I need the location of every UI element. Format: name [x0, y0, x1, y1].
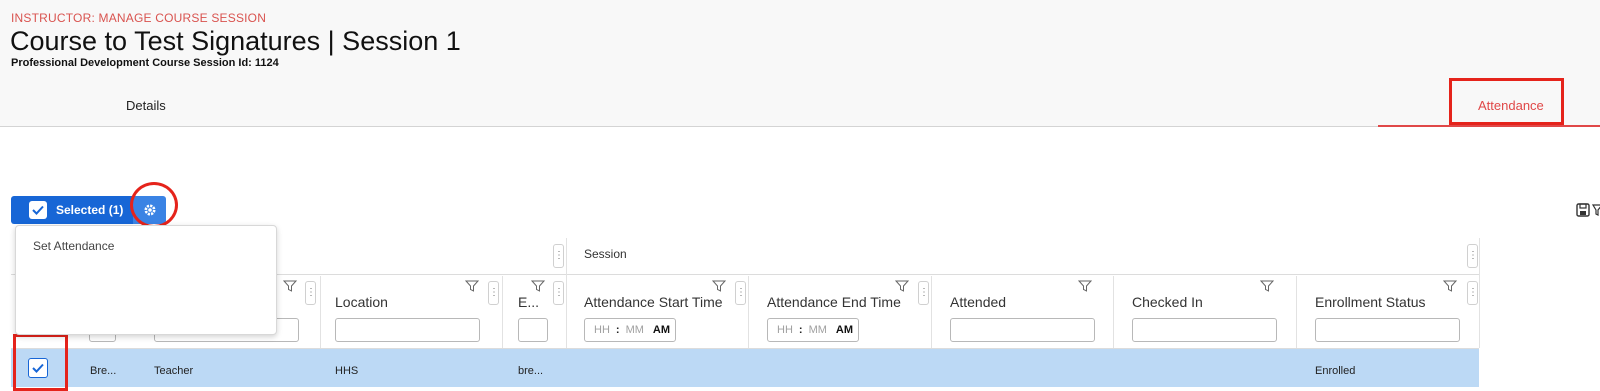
column-header-attendance-end[interactable]: Attendance End Time [767, 294, 901, 310]
funnel-icon[interactable] [1443, 280, 1457, 292]
time-filter-end[interactable]: HH : MM AM [767, 318, 859, 342]
page-eyebrow: INSTRUCTOR: MANAGE COURSE SESSION [11, 11, 267, 25]
kebab-icon[interactable]: ⋮ [553, 281, 564, 305]
time-hh: HH [777, 324, 793, 336]
annotation-highlight-row-checkbox [13, 334, 68, 391]
funnel-icon[interactable] [465, 280, 479, 292]
column-header-attended[interactable]: Attended [950, 294, 1006, 310]
column-header-checked-in[interactable]: Checked In [1132, 294, 1203, 310]
column-header-enrollment-status[interactable]: Enrollment Status [1315, 294, 1426, 310]
page-header: INSTRUCTOR: MANAGE COURSE SESSION Course… [0, 0, 1600, 127]
filter-input-checked-in[interactable] [1132, 318, 1277, 342]
time-separator: : [798, 324, 803, 336]
time-ampm[interactable]: AM [836, 324, 853, 336]
kebab-icon[interactable]: ⋮ [1467, 244, 1478, 268]
cell-enrollment-status: Enrolled [1315, 365, 1356, 377]
funnel-icon[interactable] [1078, 280, 1092, 292]
column-separator [320, 276, 321, 348]
funnel-icon[interactable] [1592, 203, 1600, 217]
check-icon [29, 201, 47, 219]
column-separator [1479, 238, 1480, 348]
column-header-attendance-start[interactable]: Attendance Start Time [584, 294, 723, 310]
menu-item-set-attendance[interactable]: Set Attendance [33, 239, 114, 253]
time-separator: : [615, 324, 620, 336]
cell-email: bre... [518, 365, 544, 377]
filter-input-email[interactable] [518, 318, 548, 342]
actions-dropdown: Set Attendance [15, 225, 277, 335]
page-title: Course to Test Signatures | Session 1 [10, 26, 461, 56]
column-separator [502, 276, 503, 348]
column-separator [931, 276, 932, 348]
funnel-icon[interactable] [283, 280, 297, 292]
tab-details[interactable]: Details [126, 98, 166, 113]
funnel-icon[interactable] [895, 280, 909, 292]
cell-location: HHS [335, 365, 359, 377]
column-separator [1113, 276, 1114, 348]
kebab-icon[interactable]: ⋮ [1467, 281, 1478, 305]
kebab-icon[interactable]: ⋮ [553, 244, 564, 268]
tab-divider [0, 126, 1600, 127]
save-icon[interactable] [1576, 203, 1590, 217]
column-separator [748, 276, 749, 348]
time-mm: MM [808, 324, 827, 336]
funnel-icon[interactable] [531, 280, 545, 292]
filter-input-location[interactable] [335, 318, 480, 342]
filter-input-attended[interactable] [950, 318, 1095, 342]
kebab-icon[interactable]: ⋮ [918, 281, 929, 305]
column-header-location[interactable]: Location [335, 294, 388, 310]
filter-input-enrollment-status[interactable] [1315, 318, 1460, 342]
group-header-session: Session [584, 247, 627, 261]
cell-role: Teacher [154, 365, 194, 377]
cell-name: Bre... [90, 365, 117, 377]
column-separator [566, 238, 567, 348]
table-row[interactable] [11, 349, 1479, 387]
kebab-icon[interactable]: ⋮ [488, 281, 499, 305]
kebab-icon[interactable]: ⋮ [735, 281, 746, 305]
tab-active-underline [1378, 125, 1600, 127]
page-subtitle: Professional Development Course Session … [11, 57, 279, 69]
selected-label: Selected (1) [56, 203, 124, 217]
time-filter-start[interactable]: HH : MM AM [584, 318, 676, 342]
column-separator [1296, 276, 1297, 348]
annotation-highlight-attendance [1449, 78, 1564, 125]
kebab-icon[interactable]: ⋮ [305, 281, 316, 305]
funnel-icon[interactable] [712, 280, 726, 292]
funnel-icon[interactable] [1260, 280, 1274, 292]
selected-button[interactable]: Selected (1) [11, 196, 133, 224]
annotation-circle-gear [130, 182, 178, 228]
time-ampm[interactable]: AM [653, 324, 670, 336]
column-header-email[interactable]: E... [518, 294, 539, 310]
time-hh: HH [594, 324, 610, 336]
time-mm: MM [625, 324, 644, 336]
